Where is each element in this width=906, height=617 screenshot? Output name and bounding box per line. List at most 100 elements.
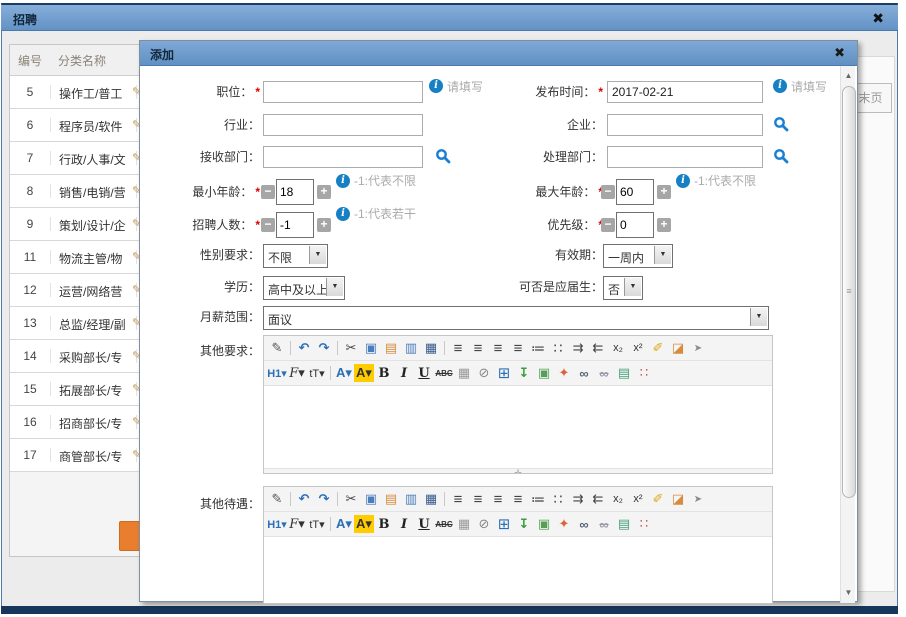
source-icon[interactable]: ✎ bbox=[267, 490, 287, 508]
industry-input[interactable] bbox=[263, 114, 423, 136]
unlink-icon[interactable]: ∞ bbox=[594, 515, 614, 533]
fullscreen-icon[interactable]: ∷ bbox=[634, 515, 654, 533]
eraser-icon[interactable]: ⊘ bbox=[474, 515, 494, 533]
text-color-icon[interactable]: A▾ bbox=[334, 364, 354, 382]
minus-stepper-icon[interactable]: − bbox=[601, 218, 615, 232]
publish-time-input[interactable] bbox=[607, 81, 763, 103]
paste-from-word-icon[interactable]: ▦ bbox=[421, 490, 441, 508]
subscript-icon[interactable]: x₂ bbox=[608, 339, 628, 357]
table-icon[interactable]: ⊞ bbox=[494, 364, 514, 382]
image-icon[interactable]: ▣ bbox=[534, 364, 554, 382]
paste-icon[interactable]: ▤ bbox=[381, 339, 401, 357]
italic-icon[interactable]: I bbox=[394, 364, 414, 382]
align-center-icon[interactable]: ≡ bbox=[468, 490, 488, 508]
dotted-grid-icon[interactable]: ▦ bbox=[454, 364, 474, 382]
unlink-icon[interactable]: ∞ bbox=[594, 364, 614, 382]
highlight-color-icon[interactable]: A▾ bbox=[354, 515, 374, 533]
strikethrough-icon[interactable]: ABC bbox=[434, 515, 454, 533]
highlight-color-icon[interactable]: A▾ bbox=[354, 364, 374, 382]
paste-from-word-icon[interactable]: ▦ bbox=[421, 339, 441, 357]
dialog-close-icon[interactable]: ✖ bbox=[834, 45, 845, 61]
undo-icon[interactable]: ↶ bbox=[294, 490, 314, 508]
search-icon[interactable] bbox=[773, 116, 789, 132]
paste-as-text-icon[interactable]: ▥ bbox=[401, 339, 421, 357]
outdent-icon[interactable]: ⇇ bbox=[588, 339, 608, 357]
plus-stepper-icon[interactable]: + bbox=[317, 185, 331, 199]
paste-as-text-icon[interactable]: ▥ bbox=[401, 490, 421, 508]
format-brush-icon[interactable]: ✐ bbox=[648, 339, 668, 357]
scroll-up-icon[interactable]: ▲ bbox=[841, 68, 856, 84]
eraser-icon[interactable]: ⊘ bbox=[474, 364, 494, 382]
plus-stepper-icon[interactable]: + bbox=[317, 218, 331, 232]
media-icon[interactable]: ▤ bbox=[614, 364, 634, 382]
max-age-input[interactable] bbox=[616, 179, 654, 205]
underline-icon[interactable]: U bbox=[414, 515, 434, 533]
bold-icon[interactable]: B bbox=[374, 515, 394, 533]
unordered-list-icon[interactable]: ∷ bbox=[548, 339, 568, 357]
search-icon[interactable] bbox=[773, 148, 789, 164]
scroll-down-icon[interactable]: ▼ bbox=[841, 585, 856, 601]
resize-handle-icon[interactable]: ✛ bbox=[514, 468, 522, 474]
select-all-icon[interactable]: ➤ bbox=[688, 339, 708, 357]
bold-icon[interactable]: B bbox=[374, 364, 394, 382]
table-icon[interactable]: ⊞ bbox=[494, 515, 514, 533]
cut-icon[interactable]: ✂ bbox=[341, 490, 361, 508]
salary-range-select[interactable]: 面议 ▼ bbox=[263, 306, 769, 330]
handle-dept-input[interactable] bbox=[607, 146, 763, 168]
fresh-graduate-select[interactable]: 否 ▼ bbox=[603, 276, 643, 300]
align-left-icon[interactable]: ≡ bbox=[448, 490, 468, 508]
outdent-icon[interactable]: ⇇ bbox=[588, 490, 608, 508]
image-icon[interactable]: ▣ bbox=[534, 515, 554, 533]
undo-icon[interactable]: ↶ bbox=[294, 339, 314, 357]
minus-stepper-icon[interactable]: − bbox=[601, 185, 615, 199]
validity-select[interactable]: 一周内 ▼ bbox=[603, 244, 673, 268]
heading-icon[interactable]: H1▾ bbox=[267, 515, 287, 533]
enterprise-input[interactable] bbox=[607, 114, 763, 136]
format-brush-icon[interactable]: ✐ bbox=[648, 490, 668, 508]
superscript-icon[interactable]: x² bbox=[628, 339, 648, 357]
minus-stepper-icon[interactable]: − bbox=[261, 185, 275, 199]
copy-icon[interactable]: ▣ bbox=[361, 490, 381, 508]
cut-icon[interactable]: ✂ bbox=[341, 339, 361, 357]
insert-hr-icon[interactable]: ↧ bbox=[514, 515, 534, 533]
flash-icon[interactable]: ✦ bbox=[554, 364, 574, 382]
recruit-count-input[interactable] bbox=[276, 212, 314, 238]
editor-resize-bar[interactable]: ✛ bbox=[264, 468, 772, 474]
underline-icon[interactable]: U bbox=[414, 364, 434, 382]
minus-stepper-icon[interactable]: − bbox=[261, 218, 275, 232]
quick-format-icon[interactable]: ◪ bbox=[668, 490, 688, 508]
insert-hr-icon[interactable]: ↧ bbox=[514, 364, 534, 382]
text-color-icon[interactable]: A▾ bbox=[334, 515, 354, 533]
font-family-icon[interactable]: F▾ bbox=[287, 515, 307, 533]
align-right-icon[interactable]: ≡ bbox=[488, 490, 508, 508]
italic-icon[interactable]: I bbox=[394, 515, 414, 533]
copy-icon[interactable]: ▣ bbox=[361, 339, 381, 357]
strikethrough-icon[interactable]: ABC bbox=[434, 364, 454, 382]
heading-icon[interactable]: H1▾ bbox=[267, 364, 287, 382]
plus-stepper-icon[interactable]: + bbox=[657, 185, 671, 199]
other-requirements-editor-body[interactable] bbox=[264, 386, 772, 468]
subscript-icon[interactable]: x₂ bbox=[608, 490, 628, 508]
dotted-grid-icon[interactable]: ▦ bbox=[454, 515, 474, 533]
media-icon[interactable]: ▤ bbox=[614, 515, 634, 533]
dialog-scrollbar[interactable]: ▲ ≡ ▼ bbox=[840, 66, 855, 603]
other-benefits-editor-body[interactable] bbox=[264, 537, 772, 604]
indent-icon[interactable]: ⇉ bbox=[568, 339, 588, 357]
ordered-list-icon[interactable]: ≔ bbox=[528, 339, 548, 357]
align-center-icon[interactable]: ≡ bbox=[468, 339, 488, 357]
select-all-icon[interactable]: ➤ bbox=[688, 490, 708, 508]
position-input[interactable] bbox=[263, 81, 423, 103]
flash-icon[interactable]: ✦ bbox=[554, 515, 574, 533]
superscript-icon[interactable]: x² bbox=[628, 490, 648, 508]
close-icon[interactable]: ✖ bbox=[872, 10, 884, 27]
indent-icon[interactable]: ⇉ bbox=[568, 490, 588, 508]
min-age-input[interactable] bbox=[276, 179, 314, 205]
quick-format-icon[interactable]: ◪ bbox=[668, 339, 688, 357]
link-icon[interactable]: ∞ bbox=[574, 515, 594, 533]
justify-icon[interactable]: ≡ bbox=[508, 490, 528, 508]
font-size-icon[interactable]: tT▾ bbox=[307, 515, 327, 533]
fullscreen-icon[interactable]: ∷ bbox=[634, 364, 654, 382]
receive-dept-input[interactable] bbox=[263, 146, 423, 168]
search-icon[interactable] bbox=[435, 148, 451, 164]
unordered-list-icon[interactable]: ∷ bbox=[548, 490, 568, 508]
